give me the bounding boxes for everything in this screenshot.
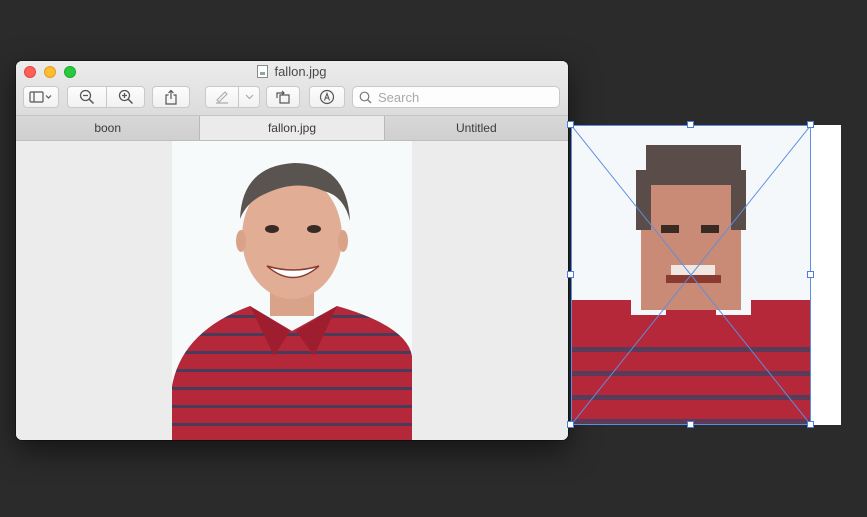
- pixelated-image-overlay[interactable]: [571, 125, 841, 425]
- annotate-icon: [319, 89, 335, 105]
- portrait-photo[interactable]: [172, 141, 412, 440]
- tab-fallon-jpg[interactable]: fallon.jpg: [200, 116, 385, 140]
- search-icon: [359, 91, 372, 103]
- window-title-text: fallon.jpg: [274, 64, 327, 79]
- markup-button[interactable]: [205, 86, 239, 108]
- share-button[interactable]: [152, 86, 190, 108]
- markup-dropdown-button[interactable]: [239, 86, 260, 108]
- zoom-in-icon: [118, 89, 133, 105]
- sidebar-icon: [29, 91, 52, 103]
- pixelated-portrait: [571, 125, 811, 425]
- tab-boon[interactable]: boon: [16, 116, 201, 140]
- document-icon: [257, 65, 269, 78]
- zoom-out-button[interactable]: [67, 86, 107, 108]
- tab-bar: boon fallon.jpg Untitled: [16, 116, 568, 141]
- document-canvas: [16, 141, 568, 440]
- title-bar[interactable]: fallon.jpg Search: [16, 61, 568, 116]
- pen-icon: [216, 91, 228, 104]
- zoom-out-icon: [79, 89, 95, 105]
- sidebar-toggle-button[interactable]: [23, 86, 59, 108]
- preview-window: fallon.jpg Search boon fallon.jpg Untitl…: [16, 61, 568, 440]
- tab-untitled[interactable]: Untitled: [384, 116, 568, 140]
- chevron-down-icon: [245, 94, 253, 100]
- rotate-button[interactable]: [266, 86, 300, 108]
- rotate-icon: [276, 90, 290, 104]
- zoom-in-button[interactable]: [107, 86, 145, 108]
- share-icon: [165, 89, 177, 105]
- search-placeholder: Search: [378, 89, 420, 105]
- window-title: fallon.jpg: [16, 64, 568, 79]
- annotate-button[interactable]: [309, 86, 345, 108]
- search-field[interactable]: Search: [352, 86, 560, 108]
